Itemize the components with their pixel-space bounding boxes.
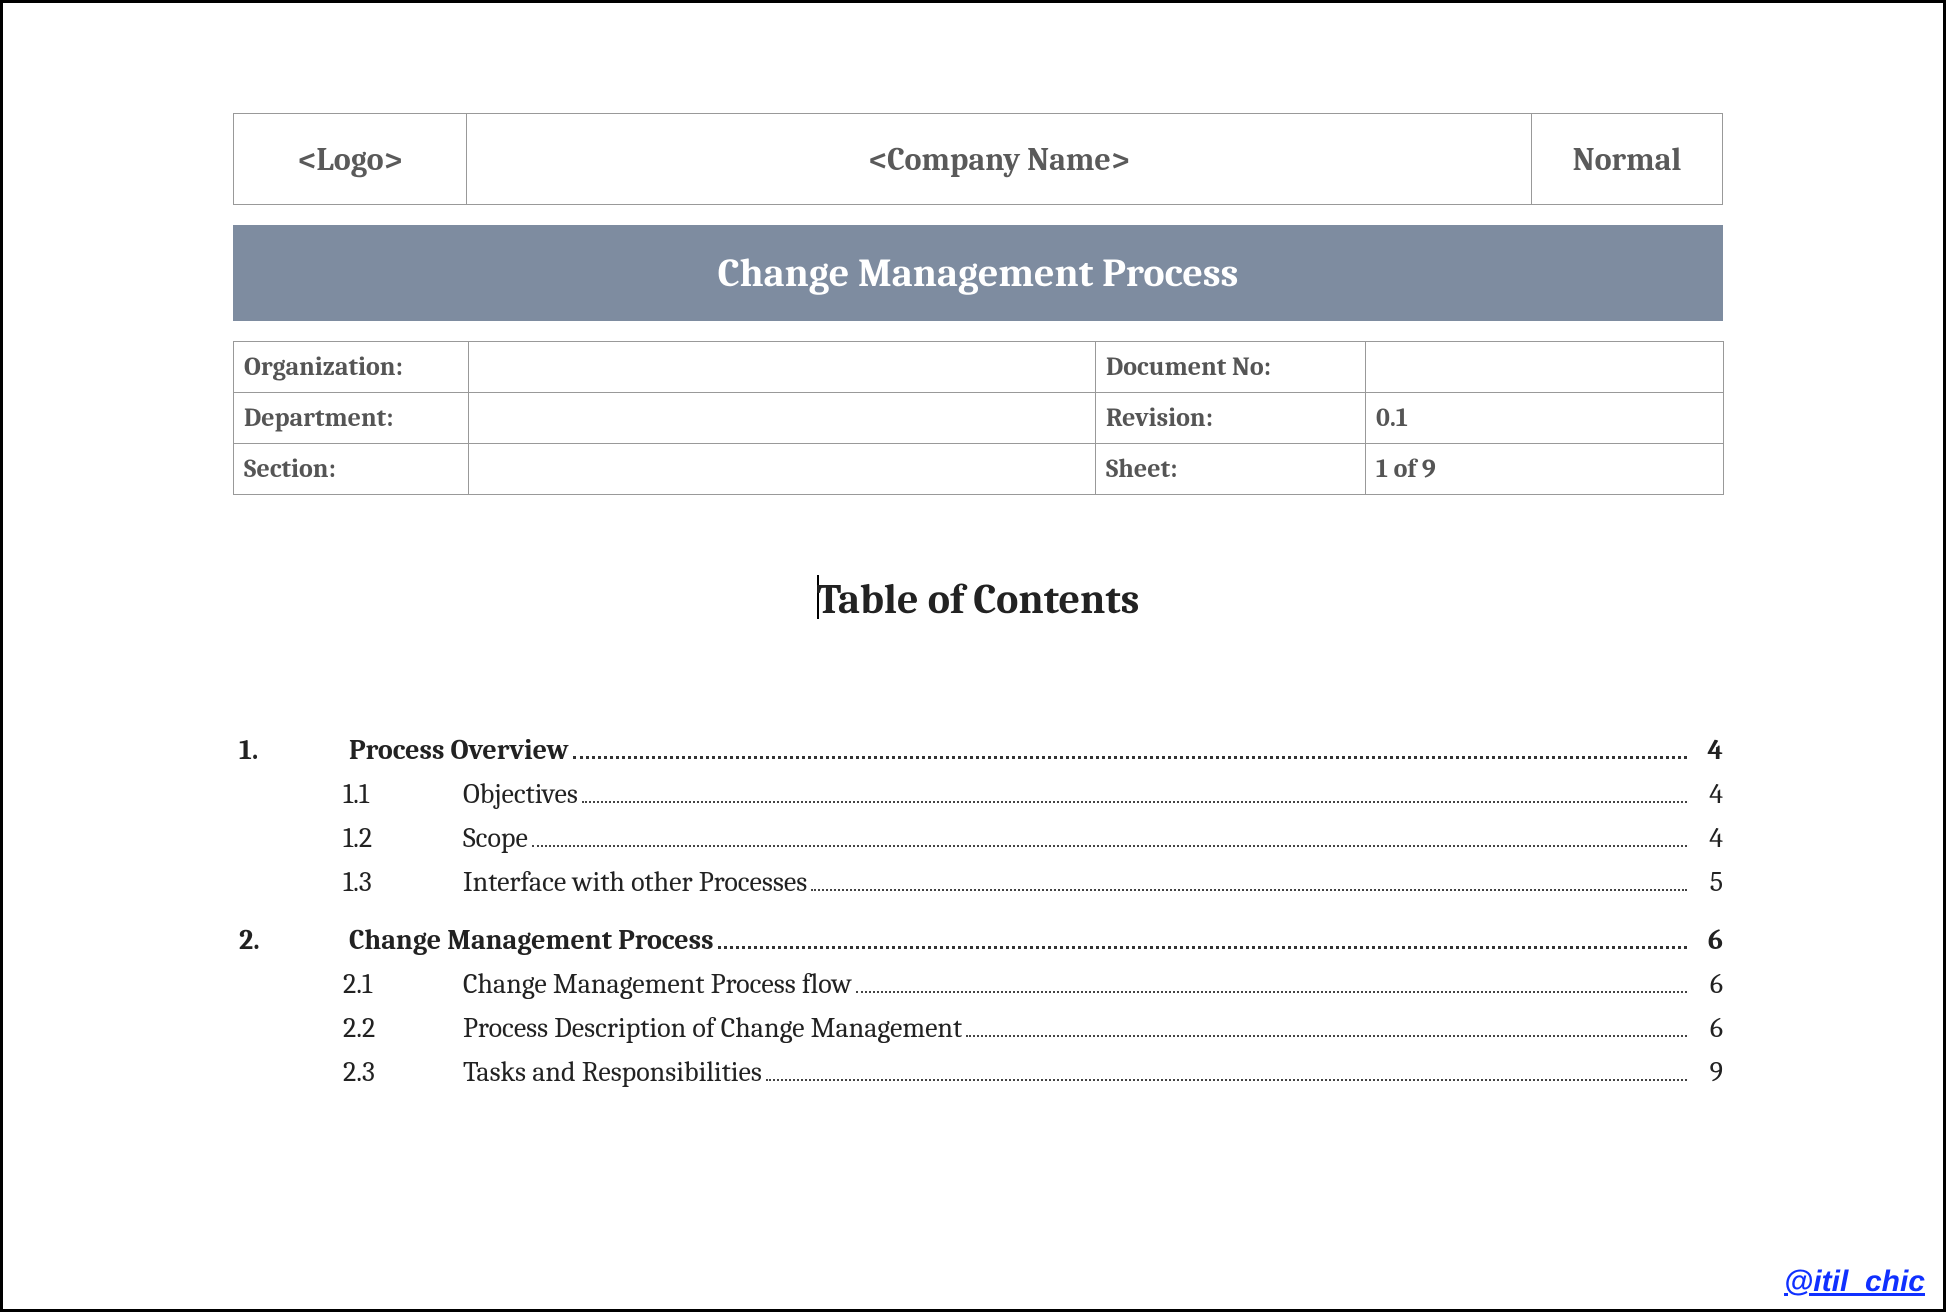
meta-row: Department: Revision: 0.1 bbox=[234, 393, 1724, 444]
toc-leader bbox=[718, 929, 1687, 949]
toc-leader bbox=[766, 1062, 1687, 1081]
toc-leader bbox=[966, 1018, 1687, 1037]
toc-leader bbox=[532, 828, 1687, 847]
toc-entry-page: 6 bbox=[1693, 924, 1723, 956]
toc-entry: 2.3Tasks and Responsibilities 9 bbox=[233, 1056, 1723, 1088]
toc-entry-number: 1.1 bbox=[343, 778, 463, 810]
toc-entry: 1.3Interface with other Processes 5 bbox=[233, 866, 1723, 898]
company-name-placeholder: <Company Name> bbox=[467, 114, 1532, 204]
toc-entry-number: 2.3 bbox=[343, 1056, 463, 1088]
document-frame: <Logo> <Company Name> Normal Change Mana… bbox=[0, 0, 1946, 1312]
toc-entry-number: 2. bbox=[233, 924, 349, 956]
toc-entry: 2.1Change Management Process flow 6 bbox=[233, 968, 1723, 1000]
toc-leader bbox=[856, 974, 1687, 993]
table-of-contents: 1.Process Overview41.1Objectives41.2Scop… bbox=[233, 734, 1723, 1088]
meta-label-section: Section: bbox=[234, 444, 469, 495]
toc-entry: 1.2Scope 4 bbox=[233, 822, 1723, 854]
toc-entry-page: 4 bbox=[1693, 822, 1723, 854]
meta-value-sheet: 1 of 9 bbox=[1366, 444, 1724, 495]
toc-entry-page: 9 bbox=[1693, 1056, 1723, 1088]
toc-entry-page: 6 bbox=[1693, 1012, 1723, 1044]
toc-entry-page: 4 bbox=[1693, 734, 1723, 766]
toc-entry-text: Scope bbox=[463, 822, 528, 854]
toc-entry-number: 1.3 bbox=[343, 866, 463, 898]
meta-value-revision: 0.1 bbox=[1366, 393, 1724, 444]
toc-entry: 2.2Process Description of Change Managem… bbox=[233, 1012, 1723, 1044]
toc-leader bbox=[811, 872, 1687, 891]
meta-label-organization: Organization: bbox=[234, 342, 469, 393]
document-page: <Logo> <Company Name> Normal Change Mana… bbox=[233, 113, 1723, 1100]
meta-row: Organization: Document No: bbox=[234, 342, 1724, 393]
toc-entry: 1.Process Overview 4 bbox=[233, 734, 1723, 766]
toc-entry-number: 1. bbox=[233, 734, 349, 766]
toc-entry-page: 4 bbox=[1693, 778, 1723, 810]
toc-leader bbox=[582, 784, 1687, 803]
meta-table: Organization: Document No: Department: R… bbox=[233, 341, 1724, 495]
logo-placeholder: <Logo> bbox=[234, 114, 467, 204]
toc-entry-text: Change Management Process flow bbox=[463, 968, 852, 1000]
toc-entry-page: 5 bbox=[1693, 866, 1723, 898]
meta-label-revision: Revision: bbox=[1096, 393, 1366, 444]
toc-entry-text: Objectives bbox=[463, 778, 578, 810]
toc-entry-text: Change Management Process bbox=[349, 924, 714, 956]
toc-entry-number: 1.2 bbox=[343, 822, 463, 854]
meta-label-department: Department: bbox=[234, 393, 469, 444]
meta-value-organization bbox=[469, 342, 1096, 393]
toc-entry-text: Process Description of Change Management bbox=[463, 1012, 962, 1044]
toc-leader bbox=[573, 739, 1687, 759]
meta-label-document-no: Document No: bbox=[1096, 342, 1366, 393]
toc-title-text: Table of Contents bbox=[817, 575, 1140, 624]
toc-entry-text: Tasks and Responsibilities bbox=[463, 1056, 762, 1088]
toc-entry-number: 2.2 bbox=[343, 1012, 463, 1044]
meta-value-section bbox=[469, 444, 1096, 495]
meta-label-sheet: Sheet: bbox=[1096, 444, 1366, 495]
toc-entry-text: Interface with other Processes bbox=[463, 866, 807, 898]
toc-entry-number: 2.1 bbox=[343, 968, 463, 1000]
toc-entry-page: 6 bbox=[1693, 968, 1723, 1000]
toc-title: Table of Contents bbox=[233, 575, 1723, 624]
watermark: @itil_chic bbox=[1784, 1265, 1925, 1299]
meta-value-department bbox=[469, 393, 1096, 444]
toc-entry-text: Process Overview bbox=[349, 734, 569, 766]
meta-value-document-no bbox=[1366, 342, 1724, 393]
doc-type: Normal bbox=[1532, 114, 1722, 204]
document-title: Change Management Process bbox=[233, 225, 1723, 321]
toc-entry: 2.Change Management Process 6 bbox=[233, 924, 1723, 956]
header-row: <Logo> <Company Name> Normal bbox=[233, 113, 1723, 205]
meta-row: Section: Sheet: 1 of 9 bbox=[234, 444, 1724, 495]
toc-entry: 1.1Objectives 4 bbox=[233, 778, 1723, 810]
